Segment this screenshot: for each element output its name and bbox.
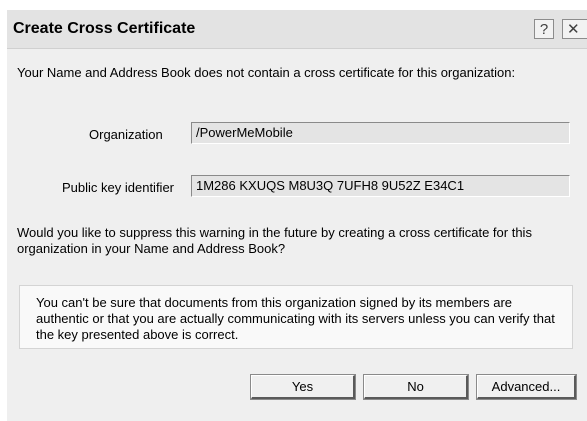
create-cross-certificate-dialog: Create Cross Certificate ? ✕ Your Name a… bbox=[0, 0, 587, 421]
title-bar[interactable]: Create Cross Certificate ? ✕ bbox=[7, 10, 587, 49]
advanced-button[interactable]: Advanced... bbox=[477, 375, 576, 399]
dialog-body: Your Name and Address Book does not cont… bbox=[7, 49, 587, 421]
public-key-identifier-field[interactable]: 1M286 KXUQS M8U3Q 7UFH8 9U52Z E34C1 bbox=[191, 175, 570, 197]
organization-label: Organization bbox=[89, 127, 163, 142]
close-button[interactable]: ✕ bbox=[562, 19, 587, 39]
security-notice-box: You can't be sure that documents from th… bbox=[19, 285, 573, 349]
public-key-identifier-label: Public key identifier bbox=[62, 180, 174, 195]
close-icon: ✕ bbox=[567, 21, 580, 38]
security-notice-text: You can't be sure that documents from th… bbox=[36, 295, 555, 342]
organization-field[interactable]: /PowerMeMobile bbox=[191, 122, 570, 144]
yes-button[interactable]: Yes bbox=[251, 375, 355, 399]
intro-message: Your Name and Address Book does not cont… bbox=[17, 65, 516, 80]
help-icon: ? bbox=[539, 20, 549, 38]
suppress-warning-question: Would you like to suppress this warning … bbox=[17, 225, 532, 256]
help-button[interactable]: ? bbox=[534, 19, 554, 39]
dialog-title: Create Cross Certificate bbox=[13, 20, 196, 37]
no-button[interactable]: No bbox=[364, 375, 468, 399]
